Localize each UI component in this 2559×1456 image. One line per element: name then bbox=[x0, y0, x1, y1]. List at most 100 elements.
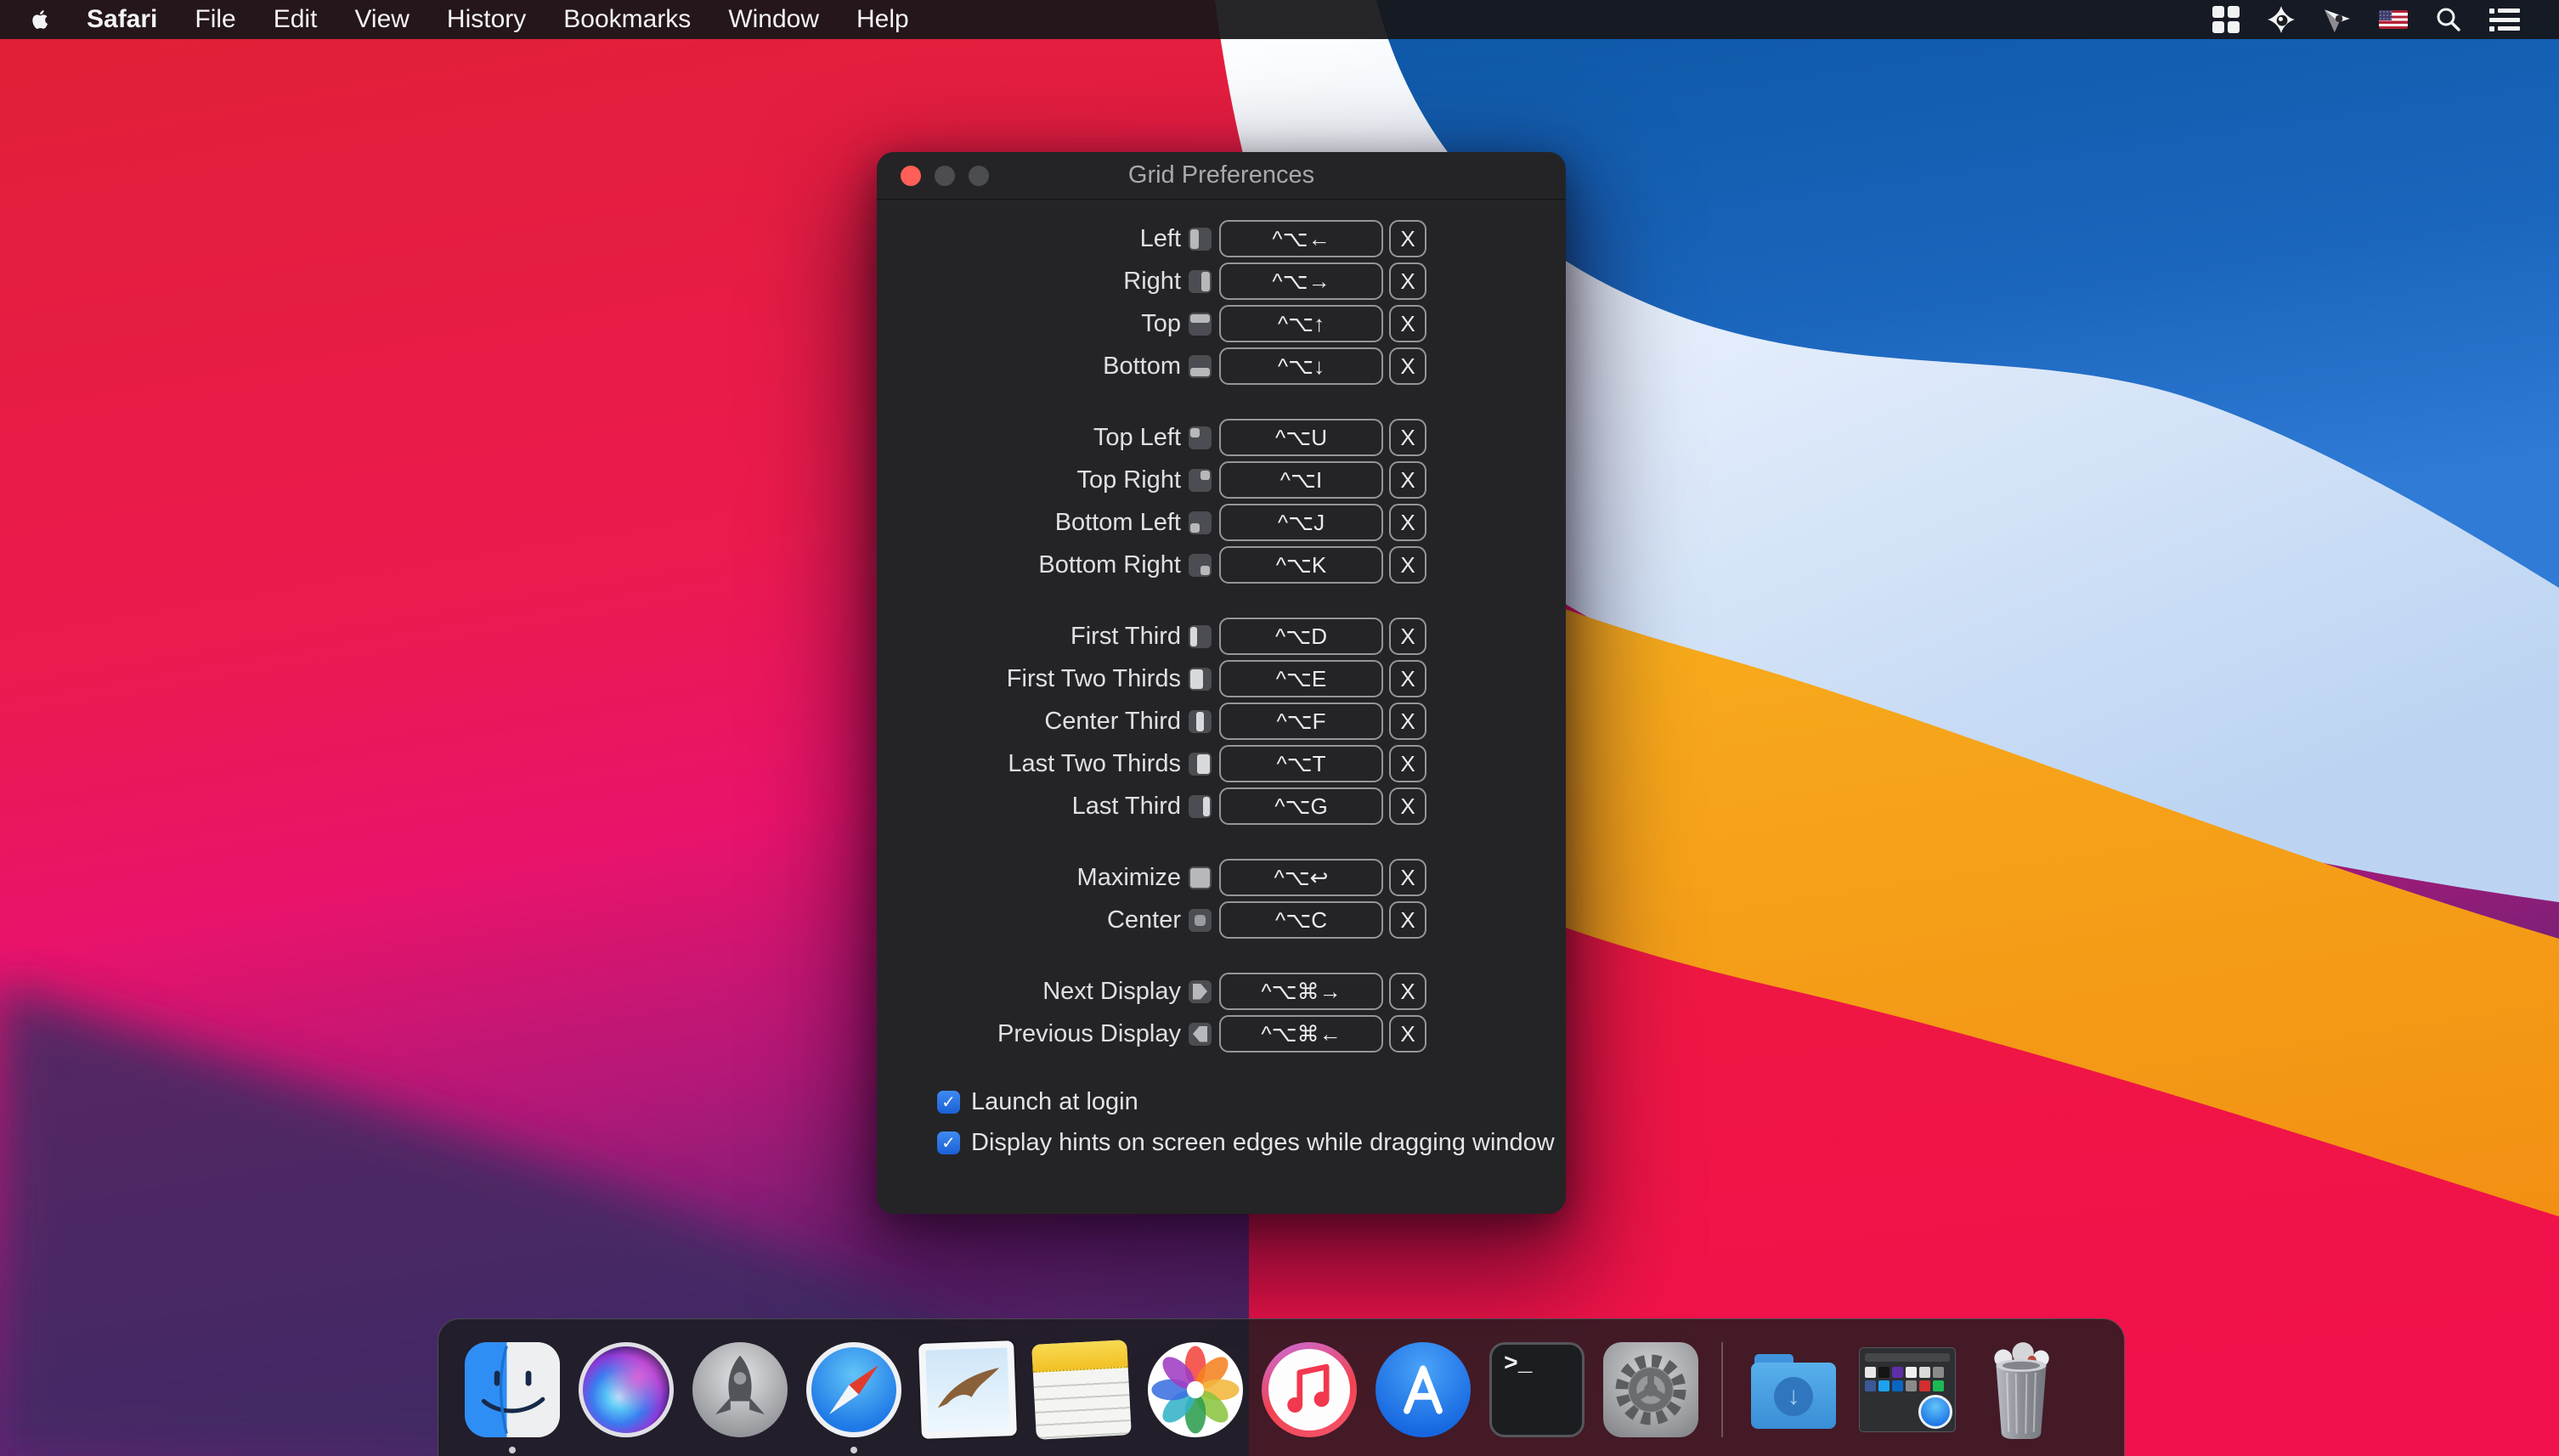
shortcut-recorder-center[interactable]: ^⌥C bbox=[1219, 901, 1383, 939]
clear-shortcut-next-display[interactable]: X bbox=[1389, 973, 1426, 1010]
grid-preferences-window[interactable]: Grid Preferences Left ^⌥← X Right ^⌥→ X … bbox=[877, 152, 1566, 1214]
clear-shortcut-first-third[interactable]: X bbox=[1389, 618, 1426, 655]
menu-item-help[interactable]: Help bbox=[856, 5, 909, 34]
dock-item-safari[interactable] bbox=[804, 1340, 904, 1440]
zoom-button[interactable] bbox=[969, 166, 989, 186]
dock-item-mail[interactable] bbox=[918, 1340, 1018, 1440]
top-right-position-icon bbox=[1189, 469, 1212, 492]
menu-item-view[interactable]: View bbox=[354, 5, 409, 34]
clear-shortcut-previous-display[interactable]: X bbox=[1389, 1015, 1426, 1052]
running-indicator-dot bbox=[850, 1447, 857, 1453]
bottom-left-position-icon bbox=[1189, 511, 1212, 534]
dock-item-launchpad[interactable] bbox=[690, 1340, 790, 1440]
shortcut-row-first-two-thirds: First Two Thirds ^⌥E X bbox=[877, 660, 1566, 697]
checkbox-display-hints-on-screen-edges-while-dragging-window[interactable]: ✓ bbox=[937, 1132, 960, 1154]
shortcut-recorder-bottom[interactable]: ^⌥↓ bbox=[1219, 347, 1383, 385]
shortcut-recorder-top[interactable]: ^⌥↑ bbox=[1219, 305, 1383, 342]
shortcut-recorder-last-third[interactable]: ^⌥G bbox=[1219, 787, 1383, 825]
menubar-avast-icon[interactable] bbox=[2267, 4, 2296, 35]
shortcut-recorder-left[interactable]: ^⌥← bbox=[1219, 220, 1383, 257]
shortcut-recorder-next-display[interactable]: ^⌥⌘→ bbox=[1219, 973, 1383, 1010]
shortcut-row-first-third: First Third ^⌥D X bbox=[877, 618, 1566, 655]
checkbox-label-display-hints-on-screen-edges-while-dragging-window: Display hints on screen edges while drag… bbox=[971, 1129, 1555, 1157]
dock-item-music[interactable] bbox=[1259, 1340, 1359, 1440]
menu-item-safari[interactable]: Safari bbox=[87, 5, 157, 34]
dock-item-trash[interactable] bbox=[1971, 1340, 2071, 1440]
clear-shortcut-maximize[interactable]: X bbox=[1389, 859, 1426, 896]
dock-item-minimized-safari-window[interactable] bbox=[1857, 1340, 1957, 1440]
shortcut-recorder-first-third[interactable]: ^⌥D bbox=[1219, 618, 1383, 655]
dock-item-app-store[interactable] bbox=[1373, 1340, 1473, 1440]
shortcut-recorder-bottom-left[interactable]: ^⌥J bbox=[1219, 504, 1383, 541]
dock-item-system-preferences[interactable] bbox=[1601, 1340, 1701, 1440]
checkbox-launch-at-login[interactable]: ✓ bbox=[937, 1091, 960, 1114]
clear-shortcut-top-left[interactable]: X bbox=[1389, 419, 1426, 456]
dock: >_ ↓ bbox=[438, 1318, 2125, 1456]
minimize-button[interactable] bbox=[935, 166, 955, 186]
row-label-first-two-thirds: First Two Thirds bbox=[877, 665, 1181, 693]
clear-shortcut-left[interactable]: X bbox=[1389, 220, 1426, 257]
next-display-position-icon bbox=[1189, 980, 1212, 1003]
row-label-top: Top bbox=[877, 310, 1181, 338]
shortcut-row-left: Left ^⌥← X bbox=[877, 220, 1566, 257]
left-position-icon bbox=[1189, 228, 1212, 251]
dock-separator bbox=[1721, 1342, 1723, 1437]
dock-item-siri[interactable] bbox=[576, 1340, 676, 1440]
shortcut-group: Next Display ^⌥⌘→ X Previous Display ^⌥⌘… bbox=[877, 973, 1566, 1052]
clear-shortcut-top[interactable]: X bbox=[1389, 305, 1426, 342]
top-left-position-icon bbox=[1189, 426, 1212, 449]
shortcut-recorder-maximize[interactable]: ^⌥↩ bbox=[1219, 859, 1383, 896]
dock-item-finder[interactable] bbox=[462, 1340, 562, 1440]
apple-icon bbox=[27, 5, 53, 34]
shortcut-recorder-last-two-thirds[interactable]: ^⌥T bbox=[1219, 745, 1383, 782]
clear-shortcut-bottom-left[interactable]: X bbox=[1389, 504, 1426, 541]
desktop: Safari File Edit View History Bookmarks Window… bbox=[0, 0, 2559, 1456]
shortcut-recorder-bottom-right[interactable]: ^⌥K bbox=[1219, 546, 1383, 584]
shortcut-group: Maximize ^⌥↩ X Center ^⌥C X bbox=[877, 859, 1566, 939]
menu-item-edit[interactable]: Edit bbox=[274, 5, 318, 34]
dock-item-notes[interactable] bbox=[1031, 1340, 1132, 1440]
menubar-menu-list-icon[interactable] bbox=[2489, 4, 2520, 35]
clear-shortcut-bottom[interactable]: X bbox=[1389, 347, 1426, 385]
shortcut-recorder-top-right[interactable]: ^⌥I bbox=[1219, 461, 1383, 499]
menu-item-window[interactable]: Window bbox=[728, 5, 819, 34]
shortcut-recorder-right[interactable]: ^⌥→ bbox=[1219, 262, 1383, 300]
menubar-cursor-icon[interactable] bbox=[2323, 4, 2352, 35]
menu-item-history[interactable]: History bbox=[447, 5, 526, 34]
row-label-last-two-thirds: Last Two Thirds bbox=[877, 750, 1181, 778]
clear-shortcut-center-third[interactable]: X bbox=[1389, 703, 1426, 740]
clear-shortcut-bottom-right[interactable]: X bbox=[1389, 546, 1426, 584]
dock-item-downloads[interactable]: ↓ bbox=[1743, 1340, 1844, 1440]
shortcut-recorder-center-third[interactable]: ^⌥F bbox=[1219, 703, 1383, 740]
full-position-icon bbox=[1189, 866, 1212, 889]
shortcut-row-center-third: Center Third ^⌥F X bbox=[877, 703, 1566, 740]
close-button[interactable] bbox=[901, 166, 921, 186]
title-bar[interactable]: Grid Preferences bbox=[877, 152, 1566, 200]
shortcut-recorder-previous-display[interactable]: ^⌥⌘← bbox=[1219, 1015, 1383, 1052]
dock-item-terminal[interactable]: >_ bbox=[1487, 1340, 1587, 1440]
menu-item-file[interactable]: File bbox=[195, 5, 235, 34]
clear-shortcut-right[interactable]: X bbox=[1389, 262, 1426, 300]
clear-shortcut-last-two-thirds[interactable]: X bbox=[1389, 745, 1426, 782]
row-label-bottom-right: Bottom Right bbox=[877, 551, 1181, 579]
clear-shortcut-first-two-thirds[interactable]: X bbox=[1389, 660, 1426, 697]
menu-item-bookmarks[interactable]: Bookmarks bbox=[563, 5, 691, 34]
shortcut-recorder-top-left[interactable]: ^⌥U bbox=[1219, 419, 1383, 456]
row-label-top-right: Top Right bbox=[877, 466, 1181, 494]
shortcut-recorder-first-two-thirds[interactable]: ^⌥E bbox=[1219, 660, 1383, 697]
menubar-spotlight-icon[interactable] bbox=[2435, 4, 2462, 35]
dock-item-photos[interactable] bbox=[1145, 1340, 1246, 1440]
row-label-maximize: Maximize bbox=[877, 864, 1181, 892]
checkbox-row-launch-at-login: ✓Launch at login bbox=[937, 1088, 1566, 1116]
running-indicator-dot bbox=[509, 1447, 516, 1453]
clear-shortcut-last-third[interactable]: X bbox=[1389, 787, 1426, 825]
shortcut-row-maximize: Maximize ^⌥↩ X bbox=[877, 859, 1566, 896]
shortcut-row-last-two-thirds: Last Two Thirds ^⌥T X bbox=[877, 745, 1566, 782]
clear-shortcut-top-right[interactable]: X bbox=[1389, 461, 1426, 499]
menubar-us-flag-icon[interactable] bbox=[2379, 4, 2408, 35]
checkbox-row-display-hints-on-screen-edges-while-dragging-window: ✓ Display hints on screen edges while dra… bbox=[937, 1129, 1566, 1157]
menubar-grid-icon[interactable] bbox=[2212, 4, 2240, 35]
clear-shortcut-center[interactable]: X bbox=[1389, 901, 1426, 939]
last-two-thirds-position-icon bbox=[1189, 753, 1212, 776]
apple-menu[interactable] bbox=[25, 5, 54, 34]
